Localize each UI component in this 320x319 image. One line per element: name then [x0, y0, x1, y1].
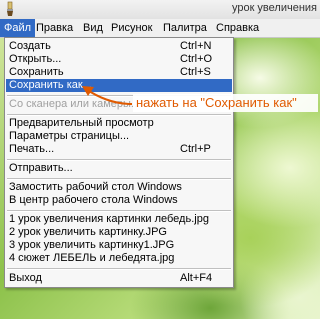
annotation-text: нажать на "Сохранить как"	[133, 94, 318, 112]
menu-item-label: Предварительный просмотр	[9, 117, 154, 129]
menu-item-tile-desktop[interactable]: Замостить рабочий стол Windows	[6, 181, 232, 194]
menu-item-page-setup[interactable]: Параметры страницы...	[6, 130, 232, 143]
menu-item-open[interactable]: Открыть... Ctrl+O	[6, 53, 232, 66]
menu-item-label: 3 урок увеличить картинку1.JPG	[9, 239, 175, 251]
menu-item-label: Сохранить как...	[9, 79, 92, 91]
menu-item-label: Выход	[9, 272, 42, 284]
menu-item-recent-1[interactable]: 1 урок увеличения картинки лебедь.jpg	[6, 213, 232, 226]
menu-item-label: Создать	[9, 40, 51, 52]
menu-item-shortcut: Ctrl+P	[180, 143, 211, 155]
menu-separator	[7, 178, 231, 180]
menu-item-label: 4 сюжет ЛЕБЕЛЬ и лебедята.jpg	[9, 252, 175, 264]
menu-item-shortcut: Ctrl+N	[180, 40, 212, 52]
menu-item-label: 2 урок увеличить картинку.JPG	[9, 226, 167, 238]
menu-item-send[interactable]: Отправить...	[6, 162, 232, 175]
menu-item-shortcut: Alt+F4	[180, 272, 213, 284]
menu-separator	[7, 210, 231, 212]
menu-item-label: 1 урок увеличения картинки лебедь.jpg	[9, 213, 209, 225]
window-title: урок увеличения	[231, 2, 317, 14]
menu-item-label: Открыть...	[9, 53, 62, 65]
menu-separator	[7, 159, 231, 161]
menu-separator	[7, 268, 231, 270]
menu-item-label: Отправить...	[9, 162, 73, 174]
menu-item-save-as[interactable]: Сохранить как...	[6, 79, 232, 92]
menu-item-print-preview[interactable]: Предварительный просмотр	[6, 117, 232, 130]
menu-help[interactable]: Справка	[212, 19, 263, 37]
menu-item-label: Печать...	[9, 143, 55, 155]
menu-item-print[interactable]: Печать... Ctrl+P	[6, 143, 232, 156]
menu-palette[interactable]: Палитра	[159, 19, 211, 37]
title-bar: урок увеличения	[0, 0, 320, 19]
paint-app-icon[interactable]	[2, 1, 18, 17]
menu-item-recent-2[interactable]: 2 урок увеличить картинку.JPG	[6, 226, 232, 239]
menu-view[interactable]: Вид	[79, 19, 107, 37]
menu-item-recent-3[interactable]: 3 урок увеличить картинку1.JPG	[6, 239, 232, 252]
menu-item-shortcut: Ctrl+S	[180, 66, 211, 78]
menu-item-label: Замостить рабочий стол Windows	[9, 181, 182, 193]
menu-edit[interactable]: Правка	[32, 19, 77, 37]
menu-file[interactable]: Файл	[0, 19, 36, 37]
menu-item-label: Параметры страницы...	[9, 130, 130, 142]
menu-separator	[7, 114, 231, 116]
file-menu-dropdown: Создать Ctrl+N Открыть... Ctrl+O Сохрани…	[4, 37, 234, 288]
menu-item-label: Со сканера или камеры...	[9, 98, 141, 110]
menu-image[interactable]: Рисунок	[107, 19, 157, 37]
menu-item-shortcut: Ctrl+O	[180, 53, 213, 65]
menu-item-recent-4[interactable]: 4 сюжет ЛЕБЕЛЬ и лебедята.jpg	[6, 252, 232, 265]
menu-item-label: В центр рабочего стола Windows	[9, 194, 178, 206]
menu-item-label: Сохранить	[9, 66, 64, 78]
menu-bar: Файл Правка Вид Рисунок Палитра Справка	[0, 19, 320, 38]
menu-item-new[interactable]: Создать Ctrl+N	[6, 40, 232, 53]
menu-item-save[interactable]: Сохранить Ctrl+S	[6, 66, 232, 79]
menu-item-center-desktop[interactable]: В центр рабочего стола Windows	[6, 194, 232, 207]
menu-item-exit[interactable]: Выход Alt+F4	[6, 272, 232, 285]
